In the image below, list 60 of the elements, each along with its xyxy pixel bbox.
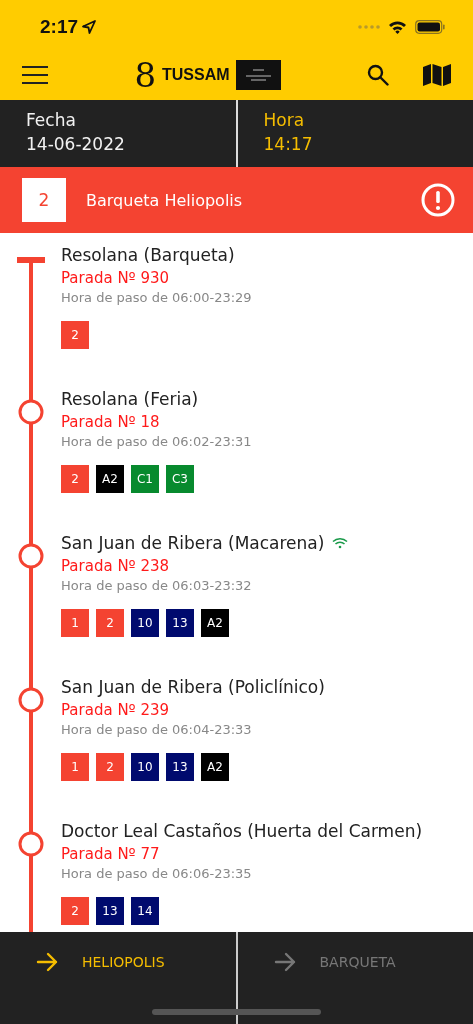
line-badge[interactable]: 14: [131, 897, 159, 925]
line-badge[interactable]: 2: [61, 465, 89, 493]
status-time: 2:17: [40, 16, 79, 38]
stop-name: Doctor Leal Castaños (Huerta del Carmen): [61, 821, 423, 841]
line-badge[interactable]: 1: [61, 753, 89, 781]
city-seal-icon: [235, 60, 281, 90]
stop-hours: Hora de paso de 06:00-23:29: [61, 290, 252, 305]
stop-name: Resolana (Barqueta): [61, 245, 235, 265]
menu-icon[interactable]: [22, 66, 48, 84]
line-badge[interactable]: A2: [201, 609, 229, 637]
stop-name: Resolana (Feria): [61, 389, 199, 409]
signal-dots-icon: [358, 25, 380, 29]
search-icon[interactable]: [367, 64, 389, 86]
route-number: 2: [22, 178, 66, 222]
line-badge[interactable]: 2: [96, 753, 124, 781]
route-line-start-icon: [17, 257, 45, 377]
line-badge[interactable]: 13: [166, 753, 194, 781]
info-value: 14-06-2022: [26, 134, 126, 154]
line-badge[interactable]: A2: [201, 753, 229, 781]
stop-number: Parada Nº 18: [61, 413, 161, 431]
stop-number: Parada Nº 239: [61, 701, 171, 719]
stop-circle-icon: [18, 543, 44, 569]
alert-icon[interactable]: [421, 183, 455, 217]
line-badge[interactable]: C3: [166, 465, 194, 493]
line-badge[interactable]: 13: [166, 609, 194, 637]
stop-hours: Hora de paso de 06:03-23:32: [61, 578, 253, 593]
line-badge[interactable]: 2: [61, 897, 89, 925]
line-badge[interactable]: 10: [131, 609, 159, 637]
route-name: Barqueta Heliopolis: [86, 190, 244, 210]
stop-number: Parada Nº 238: [61, 557, 171, 575]
line-badge[interactable]: 1: [61, 609, 89, 637]
line-badge[interactable]: C1: [131, 465, 159, 493]
stop-number: Parada Nº 77: [61, 845, 161, 863]
location-arrow-icon: [82, 20, 97, 34]
stop-hours: Hora de paso de 06:04-23:33: [61, 722, 253, 737]
line-badge[interactable]: 10: [131, 753, 159, 781]
stop-circle-icon: [18, 687, 44, 713]
arrow-right-icon: [36, 952, 58, 972]
logo-mark: 8: [134, 58, 157, 92]
direction-tab[interactable]: BARQUETA: [237, 948, 396, 976]
line-badge[interactable]: 2: [61, 321, 89, 349]
info-value: 14:17: [263, 134, 314, 154]
stop-name: San Juan de Ribera (Policlínico): [61, 677, 325, 697]
info-label: Fecha: [26, 110, 77, 130]
stop-hours: Hora de paso de 06:02-23:31: [61, 434, 252, 449]
wifi-icon: [388, 20, 407, 34]
stop-hours: Hora de paso de 06:06-23:35: [61, 866, 253, 881]
arrow-right-icon: [273, 952, 296, 972]
line-badge[interactable]: 13: [96, 897, 124, 925]
info-label: Hora: [263, 110, 306, 130]
stop-circle-icon: [18, 831, 44, 857]
stop-name: San Juan de Ribera (Macarena): [61, 533, 325, 553]
line-badge[interactable]: 2: [96, 609, 124, 637]
stop-circle-icon: [18, 399, 44, 425]
line-badge[interactable]: A2: [96, 465, 124, 493]
stop-number: Parada Nº 930: [61, 269, 171, 287]
map-icon[interactable]: [423, 64, 451, 86]
direction-tab[interactable]: HELIOPOLIS: [0, 948, 165, 976]
logo-text: TUSSAM: [162, 66, 230, 84]
battery-icon: [415, 20, 445, 34]
